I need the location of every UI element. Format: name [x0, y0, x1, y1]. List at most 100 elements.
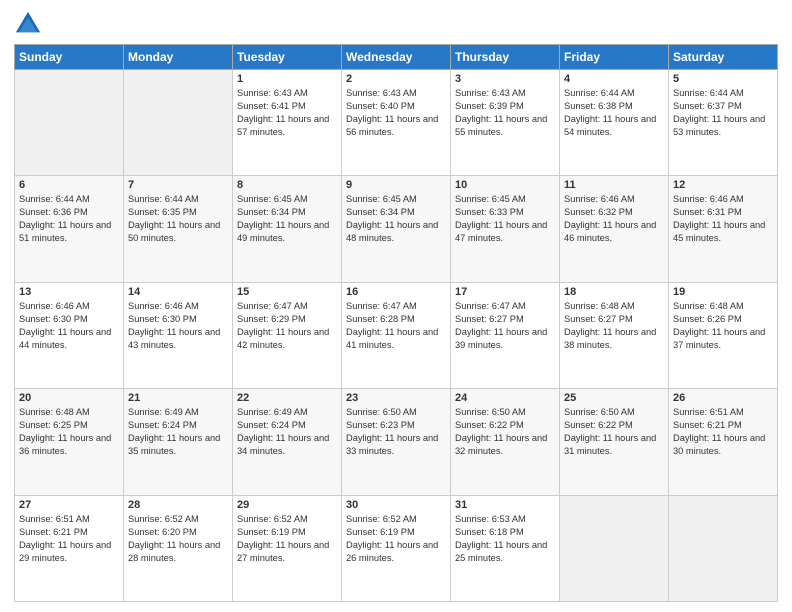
day-cell: 24 Sunrise: 6:50 AM Sunset: 6:22 PM Dayli…: [451, 389, 560, 495]
day-number: 28: [128, 499, 228, 511]
day-number: 3: [455, 73, 555, 85]
day-info: Sunrise: 6:48 AM Sunset: 6:26 PM Dayligh…: [673, 300, 773, 352]
day-number: 20: [19, 392, 119, 404]
day-cell: [560, 495, 669, 601]
day-cell: 8 Sunrise: 6:45 AM Sunset: 6:34 PM Daylig…: [233, 176, 342, 282]
day-cell: 27 Sunrise: 6:51 AM Sunset: 6:21 PM Dayli…: [15, 495, 124, 601]
day-cell: 22Sunrise: 6:49 AM Sunset: 6:24 PM Dayli…: [233, 389, 342, 495]
day-info: Sunrise: 6:52 AM Sunset: 6:19 PM Dayligh…: [237, 513, 337, 565]
day-cell: 2 Sunrise: 6:43 AM Sunset: 6:40 PM Daylig…: [342, 70, 451, 176]
day-cell: 5Sunrise: 6:44 AM Sunset: 6:37 PM Daylig…: [669, 70, 778, 176]
header-row: SundayMondayTuesdayWednesdayThursdayFrid…: [15, 45, 778, 70]
day-info: Sunrise: 6:52 AM Sunset: 6:20 PM Dayligh…: [128, 513, 228, 565]
day-info: Sunrise: 6:46 AM Sunset: 6:30 PM Dayligh…: [19, 300, 119, 352]
day-cell: 31Sunrise: 6:53 AM Sunset: 6:18 PM Dayli…: [451, 495, 560, 601]
day-cell: [15, 70, 124, 176]
day-number: 29: [237, 499, 337, 511]
day-cell: 19 Sunrise: 6:48 AM Sunset: 6:26 PM Dayli…: [669, 282, 778, 388]
day-info: Sunrise: 6:43 AM Sunset: 6:39 PM Dayligh…: [455, 87, 555, 139]
day-info: Sunrise: 6:45 AM Sunset: 6:34 PM Dayligh…: [346, 193, 446, 245]
day-number: 15: [237, 286, 337, 298]
week-row-4: 27 Sunrise: 6:51 AM Sunset: 6:21 PM Dayli…: [15, 495, 778, 601]
day-cell: 13 Sunrise: 6:46 AM Sunset: 6:30 PM Dayli…: [15, 282, 124, 388]
day-info: Sunrise: 6:48 AM Sunset: 6:25 PM Dayligh…: [19, 406, 119, 458]
week-row-0: 1Sunrise: 6:43 AM Sunset: 6:41 PM Daylig…: [15, 70, 778, 176]
day-header-thursday: Thursday: [451, 45, 560, 70]
day-info: Sunrise: 6:51 AM Sunset: 6:21 PM Dayligh…: [19, 513, 119, 565]
day-number: 18: [564, 286, 664, 298]
day-info: Sunrise: 6:43 AM Sunset: 6:40 PM Dayligh…: [346, 87, 446, 139]
day-info: Sunrise: 6:53 AM Sunset: 6:18 PM Dayligh…: [455, 513, 555, 565]
day-cell: 14 Sunrise: 6:46 AM Sunset: 6:30 PM Dayli…: [124, 282, 233, 388]
day-info: Sunrise: 6:45 AM Sunset: 6:34 PM Dayligh…: [237, 193, 337, 245]
day-number: 5: [673, 73, 773, 85]
day-header-sunday: Sunday: [15, 45, 124, 70]
week-row-1: 6Sunrise: 6:44 AM Sunset: 6:36 PM Daylig…: [15, 176, 778, 282]
day-info: Sunrise: 6:46 AM Sunset: 6:31 PM Dayligh…: [673, 193, 773, 245]
week-row-2: 13 Sunrise: 6:46 AM Sunset: 6:30 PM Dayli…: [15, 282, 778, 388]
day-info: Sunrise: 6:52 AM Sunset: 6:19 PM Dayligh…: [346, 513, 446, 565]
day-number: 8: [237, 179, 337, 191]
day-cell: 17 Sunrise: 6:47 AM Sunset: 6:27 PM Dayli…: [451, 282, 560, 388]
day-cell: 29 Sunrise: 6:52 AM Sunset: 6:19 PM Dayli…: [233, 495, 342, 601]
day-cell: 11 Sunrise: 6:46 AM Sunset: 6:32 PM Dayli…: [560, 176, 669, 282]
day-cell: 1Sunrise: 6:43 AM Sunset: 6:41 PM Daylig…: [233, 70, 342, 176]
day-number: 17: [455, 286, 555, 298]
page: SundayMondayTuesdayWednesdayThursdayFrid…: [0, 0, 792, 612]
day-header-friday: Friday: [560, 45, 669, 70]
day-cell: 23Sunrise: 6:50 AM Sunset: 6:23 PM Dayli…: [342, 389, 451, 495]
day-cell: 6Sunrise: 6:44 AM Sunset: 6:36 PM Daylig…: [15, 176, 124, 282]
day-number: 22: [237, 392, 337, 404]
day-info: Sunrise: 6:47 AM Sunset: 6:28 PM Dayligh…: [346, 300, 446, 352]
day-cell: 15 Sunrise: 6:47 AM Sunset: 6:29 PM Dayli…: [233, 282, 342, 388]
day-number: 19: [673, 286, 773, 298]
day-info: Sunrise: 6:43 AM Sunset: 6:41 PM Dayligh…: [237, 87, 337, 139]
day-cell: 10Sunrise: 6:45 AM Sunset: 6:33 PM Dayli…: [451, 176, 560, 282]
day-info: Sunrise: 6:49 AM Sunset: 6:24 PM Dayligh…: [128, 406, 228, 458]
day-info: Sunrise: 6:50 AM Sunset: 6:22 PM Dayligh…: [564, 406, 664, 458]
day-header-wednesday: Wednesday: [342, 45, 451, 70]
day-info: Sunrise: 6:46 AM Sunset: 6:30 PM Dayligh…: [128, 300, 228, 352]
day-cell: 26Sunrise: 6:51 AM Sunset: 6:21 PM Dayli…: [669, 389, 778, 495]
day-info: Sunrise: 6:50 AM Sunset: 6:22 PM Dayligh…: [455, 406, 555, 458]
day-info: Sunrise: 6:46 AM Sunset: 6:32 PM Dayligh…: [564, 193, 664, 245]
day-number: 4: [564, 73, 664, 85]
day-header-tuesday: Tuesday: [233, 45, 342, 70]
day-number: 14: [128, 286, 228, 298]
day-info: Sunrise: 6:44 AM Sunset: 6:35 PM Dayligh…: [128, 193, 228, 245]
day-info: Sunrise: 6:47 AM Sunset: 6:27 PM Dayligh…: [455, 300, 555, 352]
day-cell: 12 Sunrise: 6:46 AM Sunset: 6:31 PM Dayli…: [669, 176, 778, 282]
day-info: Sunrise: 6:48 AM Sunset: 6:27 PM Dayligh…: [564, 300, 664, 352]
day-info: Sunrise: 6:47 AM Sunset: 6:29 PM Dayligh…: [237, 300, 337, 352]
day-number: 12: [673, 179, 773, 191]
day-cell: 3 Sunrise: 6:43 AM Sunset: 6:39 PM Daylig…: [451, 70, 560, 176]
day-number: 16: [346, 286, 446, 298]
logo-icon: [14, 10, 42, 38]
day-number: 26: [673, 392, 773, 404]
day-cell: [124, 70, 233, 176]
day-number: 30: [346, 499, 446, 511]
day-number: 27: [19, 499, 119, 511]
day-number: 7: [128, 179, 228, 191]
day-number: 24: [455, 392, 555, 404]
day-cell: 28 Sunrise: 6:52 AM Sunset: 6:20 PM Dayli…: [124, 495, 233, 601]
calendar-table: SundayMondayTuesdayWednesdayThursdayFrid…: [14, 44, 778, 602]
day-header-saturday: Saturday: [669, 45, 778, 70]
day-number: 11: [564, 179, 664, 191]
week-row-3: 20 Sunrise: 6:48 AM Sunset: 6:25 PM Dayli…: [15, 389, 778, 495]
day-number: 25: [564, 392, 664, 404]
day-cell: 4Sunrise: 6:44 AM Sunset: 6:38 PM Daylig…: [560, 70, 669, 176]
day-number: 23: [346, 392, 446, 404]
day-number: 2: [346, 73, 446, 85]
day-number: 9: [346, 179, 446, 191]
day-cell: 30 Sunrise: 6:52 AM Sunset: 6:19 PM Dayli…: [342, 495, 451, 601]
logo: [14, 10, 46, 38]
day-cell: 21 Sunrise: 6:49 AM Sunset: 6:24 PM Dayli…: [124, 389, 233, 495]
day-header-monday: Monday: [124, 45, 233, 70]
day-cell: 25 Sunrise: 6:50 AM Sunset: 6:22 PM Dayli…: [560, 389, 669, 495]
day-number: 6: [19, 179, 119, 191]
day-number: 21: [128, 392, 228, 404]
day-cell: 16 Sunrise: 6:47 AM Sunset: 6:28 PM Dayli…: [342, 282, 451, 388]
day-number: 13: [19, 286, 119, 298]
day-cell: [669, 495, 778, 601]
